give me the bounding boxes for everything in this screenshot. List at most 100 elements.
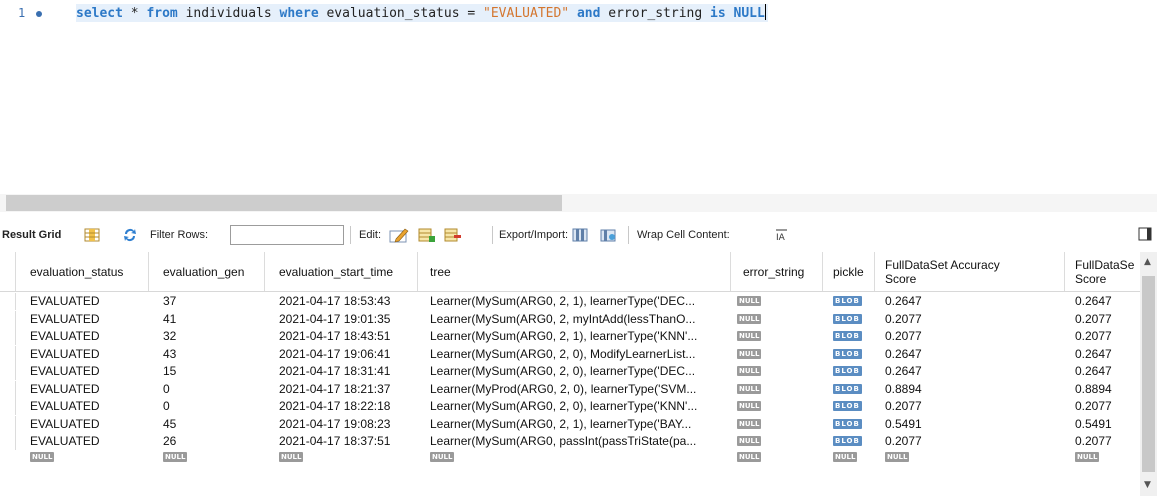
column-header[interactable]: pickle (823, 252, 875, 291)
row-selector[interactable] (0, 345, 16, 363)
cell-gen[interactable]: 37 (163, 293, 263, 310)
cell-err[interactable]: NULL (737, 436, 762, 446)
cell-pickle[interactable]: BLOB (833, 366, 862, 376)
new-row[interactable]: NULL NULL NULL NULL NULL NULL NULL NULL (0, 451, 1140, 468)
cell-acc2[interactable]: 0.2077 (1075, 398, 1135, 415)
cell-err[interactable]: NULL (737, 296, 762, 306)
table-row[interactable]: EVALUATED 0 2021-04-17 18:21:37 Learner(MyP… (0, 380, 1140, 398)
column-header[interactable]: evaluation_gen (149, 252, 265, 291)
cell-gen[interactable]: 45 (163, 416, 263, 433)
cell-gen[interactable]: 0 (163, 381, 263, 398)
grid-view-icon[interactable] (84, 227, 100, 243)
cell-start[interactable]: 2021-04-17 18:22:18 (279, 398, 424, 415)
row-selector[interactable] (0, 293, 16, 310)
row-selector[interactable] (0, 398, 16, 415)
grid-vertical-scrollbar[interactable]: ▲ ▼ (1140, 252, 1157, 496)
cell-err[interactable]: NULL (737, 313, 762, 324)
cell-pickle[interactable]: BLOB (833, 348, 862, 359)
cell-tree[interactable]: Learner(MySum(ARG0, 2, 1), learnerType('… (430, 293, 728, 310)
cell-err[interactable]: NULL (737, 366, 762, 376)
column-header[interactable]: error_string (731, 252, 823, 291)
cell-status[interactable]: EVALUATED (30, 398, 150, 415)
cell-status[interactable]: EVALUATED (30, 416, 150, 433)
null-badge[interactable]: NULL (885, 451, 910, 462)
cell-tree[interactable]: Learner(MyProd(ARG0, 2, 0), learnerType(… (430, 381, 728, 398)
column-header[interactable]: evaluation_status (16, 252, 149, 291)
sql-line-1[interactable]: 1 select * from individuals where evalua… (0, 0, 1157, 26)
cell-start[interactable]: 2021-04-17 18:43:51 (279, 328, 424, 345)
cell-pickle[interactable]: BLOB (833, 331, 862, 341)
cell-err[interactable]: NULL (737, 383, 762, 394)
cell-err[interactable]: NULL (737, 331, 762, 341)
column-header[interactable]: FullDataSe Score (1065, 252, 1140, 291)
cell-acc[interactable]: 0.8894 (885, 381, 1055, 398)
sql-statement[interactable]: select * from individuals where evaluati… (76, 4, 768, 22)
null-badge[interactable]: NULL (30, 451, 55, 462)
cell-start[interactable]: 2021-04-17 19:01:35 (279, 311, 424, 328)
result-grid-tab[interactable]: Result Grid (2, 222, 61, 248)
cell-tree[interactable]: Learner(MySum(ARG0, 2, 1), learnerType('… (430, 416, 728, 433)
cell-status[interactable]: EVALUATED (30, 381, 150, 398)
result-grid[interactable]: evaluation_status evaluation_gen evaluat… (0, 252, 1140, 496)
table-row[interactable]: EVALUATED 37 2021-04-17 18:53:43 Learner(My… (0, 293, 1140, 310)
table-row[interactable]: EVALUATED 15 2021-04-17 18:31:41 Learner(My… (0, 363, 1140, 380)
table-row[interactable]: EVALUATED 41 2021-04-17 19:01:35 Learner(My… (0, 310, 1140, 328)
null-badge[interactable]: NULL (1075, 451, 1100, 462)
cell-acc2[interactable]: 0.8894 (1075, 381, 1135, 398)
import-icon[interactable] (600, 227, 618, 243)
cell-tree[interactable]: Learner(MySum(ARG0, 2, 0), learnerType('… (430, 398, 728, 415)
cell-gen[interactable]: 0 (163, 398, 263, 415)
null-badge[interactable]: NULL (279, 451, 304, 462)
cell-start[interactable]: 2021-04-17 18:53:43 (279, 293, 424, 310)
row-selector[interactable] (0, 310, 16, 328)
column-header[interactable]: evaluation_start_time (265, 252, 418, 291)
cell-acc[interactable]: 0.2647 (885, 363, 1055, 380)
cell-acc[interactable]: 0.2077 (885, 311, 1055, 328)
cell-acc[interactable]: 0.2647 (885, 293, 1055, 310)
table-row[interactable]: EVALUATED 45 2021-04-17 19:08:23 Learner(My… (0, 415, 1140, 433)
cell-pickle[interactable]: BLOB (833, 436, 862, 446)
cell-acc2[interactable]: 0.2077 (1075, 433, 1135, 450)
cell-err[interactable]: NULL (737, 401, 762, 411)
table-row[interactable]: EVALUATED 0 2021-04-17 18:22:18 Learner(MyS… (0, 398, 1140, 415)
cell-status[interactable]: EVALUATED (30, 433, 150, 450)
cell-acc[interactable]: 0.2647 (885, 346, 1055, 363)
cell-start[interactable]: 2021-04-17 19:06:41 (279, 346, 424, 363)
cell-acc[interactable]: 0.2077 (885, 433, 1055, 450)
row-selector[interactable] (0, 433, 16, 450)
null-badge[interactable]: NULL (430, 451, 455, 462)
table-row[interactable]: EVALUATED 43 2021-04-17 19:06:41 Learner(My… (0, 345, 1140, 363)
cell-acc2[interactable]: 0.2647 (1075, 363, 1135, 380)
cell-err[interactable]: NULL (737, 418, 762, 429)
column-header[interactable]: tree (418, 252, 731, 291)
toggle-panel-icon[interactable] (1138, 227, 1152, 241)
cell-status[interactable]: EVALUATED (30, 363, 150, 380)
column-header[interactable]: FullDataSet Accuracy Score (875, 252, 1065, 291)
cell-acc2[interactable]: 0.2647 (1075, 293, 1135, 310)
cell-pickle[interactable]: BLOB (833, 313, 862, 324)
cell-pickle[interactable]: BLOB (833, 296, 862, 306)
cell-acc[interactable]: 0.5491 (885, 416, 1055, 433)
cell-acc2[interactable]: 0.2077 (1075, 311, 1135, 328)
cell-gen[interactable]: 41 (163, 311, 263, 328)
null-badge[interactable]: NULL (833, 451, 858, 462)
cell-status[interactable]: EVALUATED (30, 328, 150, 345)
cell-gen[interactable]: 15 (163, 363, 263, 380)
scrollbar-thumb[interactable] (1142, 276, 1155, 472)
insert-row-icon[interactable] (418, 227, 436, 243)
cell-gen[interactable]: 32 (163, 328, 263, 345)
wrap-text-icon[interactable]: IA (775, 227, 789, 243)
cell-acc[interactable]: 0.2077 (885, 398, 1055, 415)
table-row[interactable]: EVALUATED 32 2021-04-17 18:43:51 Learner(My… (0, 328, 1140, 345)
cell-pickle[interactable]: BLOB (833, 383, 862, 394)
refresh-icon[interactable] (122, 227, 138, 243)
editor-horizontal-scrollbar[interactable] (0, 194, 1157, 212)
scroll-up-arrow-icon[interactable]: ▲ (1144, 257, 1151, 267)
cell-acc2[interactable]: 0.5491 (1075, 416, 1135, 433)
export-icon[interactable] (572, 227, 590, 243)
table-row[interactable]: EVALUATED 26 2021-04-17 18:37:51 Learner(My… (0, 433, 1140, 450)
row-selector[interactable] (0, 328, 16, 345)
cell-start[interactable]: 2021-04-17 19:08:23 (279, 416, 424, 433)
scroll-down-arrow-icon[interactable]: ▼ (1144, 480, 1151, 490)
null-badge[interactable]: NULL (163, 451, 188, 462)
